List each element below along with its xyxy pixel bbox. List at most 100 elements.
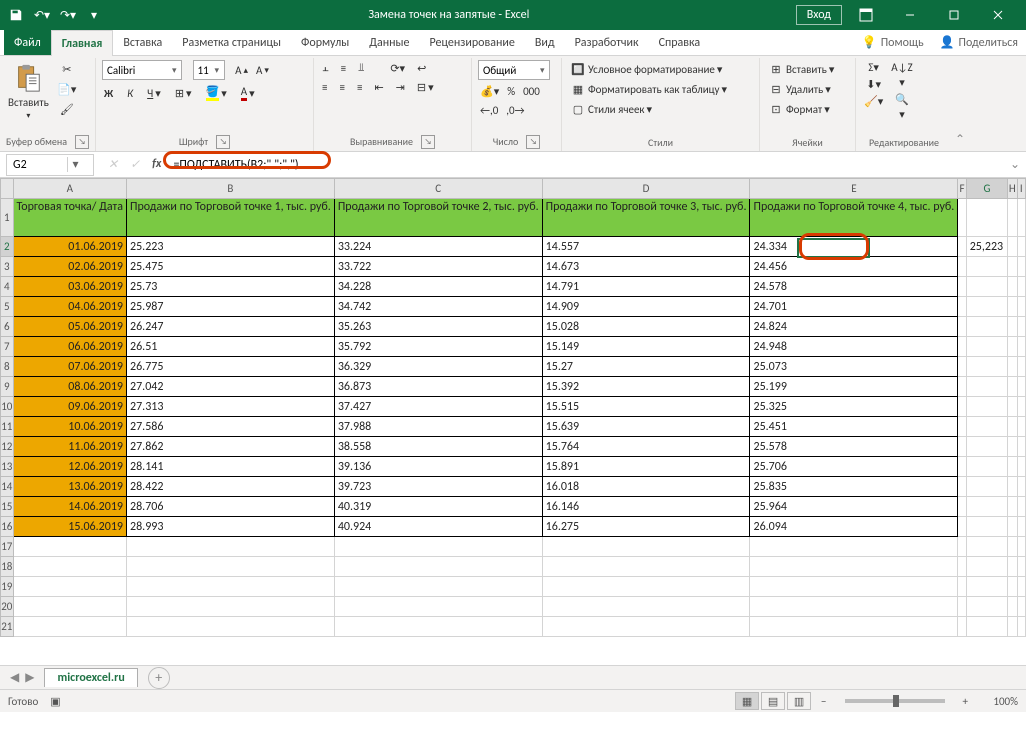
cell[interactable] (966, 517, 1007, 537)
cell[interactable]: 25.475 (127, 257, 335, 277)
font-size-input[interactable] (193, 60, 225, 80)
font-color-button[interactable]: A▾ (239, 84, 257, 102)
chevron-down-icon[interactable]: ▾ (540, 65, 545, 76)
merge-button[interactable]: ⊟▾ (415, 80, 436, 95)
copy-button[interactable]: 📄▾ (57, 80, 77, 98)
cell[interactable] (958, 337, 966, 357)
cell[interactable] (750, 597, 958, 617)
decrease-font-button[interactable]: A▾ (254, 63, 271, 78)
tab-page-layout[interactable]: Разметка страницы (172, 30, 291, 55)
chevron-down-icon[interactable]: ▾ (172, 65, 177, 76)
cell[interactable] (542, 617, 750, 637)
cell[interactable]: 06.06.2019 (13, 337, 126, 357)
view-page-break-button[interactable]: ▥ (787, 692, 811, 710)
row-header[interactable]: 9 (1, 377, 14, 397)
format-as-table-button[interactable]: ▦Форматировать как таблицу▾ (568, 80, 753, 98)
collapse-ribbon-icon[interactable]: ⌃ (955, 132, 965, 147)
cell[interactable]: 24.824 (750, 317, 958, 337)
cell[interactable]: 33.722 (334, 257, 542, 277)
column-header[interactable]: F (958, 179, 966, 199)
cell[interactable] (958, 497, 966, 517)
tell-me-button[interactable]: 💡Помощь (854, 30, 932, 55)
cell[interactable] (966, 377, 1007, 397)
cell[interactable]: 27.586 (127, 417, 335, 437)
cell[interactable] (966, 557, 1007, 577)
dialog-launcher-icon[interactable]: ↘ (526, 135, 540, 149)
cell[interactable]: 25.325 (750, 397, 958, 417)
cell[interactable] (958, 517, 966, 537)
paste-button[interactable]: Вставить ▾ (6, 60, 51, 123)
cell[interactable] (750, 617, 958, 637)
cell-styles-button[interactable]: ▢Стили ячеек▾ (568, 100, 753, 118)
cell[interactable] (966, 617, 1007, 637)
cell[interactable]: 28.993 (127, 517, 335, 537)
select-all-corner[interactable] (1, 179, 14, 199)
cell[interactable] (966, 577, 1007, 597)
cell[interactable]: 35.263 (334, 317, 542, 337)
cell[interactable] (966, 337, 1007, 357)
chevron-down-icon[interactable]: ▾ (215, 65, 220, 76)
cell[interactable]: 39.136 (334, 457, 542, 477)
tab-view[interactable]: Вид (525, 30, 565, 55)
cell[interactable] (13, 597, 126, 617)
cell[interactable]: 15.639 (542, 417, 750, 437)
row-header[interactable]: 6 (1, 317, 14, 337)
align-left-button[interactable]: ≡ (320, 80, 329, 95)
dialog-launcher-icon[interactable]: ↘ (216, 135, 230, 149)
cell[interactable] (334, 537, 542, 557)
row-header[interactable]: 10 (1, 397, 14, 417)
insert-cells-button[interactable]: ⊞Вставить▾ (766, 60, 849, 78)
formula-input[interactable] (169, 156, 1004, 174)
cell[interactable]: 15.06.2019 (13, 517, 126, 537)
cell[interactable] (127, 557, 335, 577)
column-header[interactable]: E (750, 179, 958, 199)
cell[interactable]: 14.673 (542, 257, 750, 277)
cell[interactable]: 16.146 (542, 497, 750, 517)
cell[interactable] (958, 277, 966, 297)
cell[interactable]: 15.149 (542, 337, 750, 357)
table-header-cell[interactable]: Продажи по Торговой точке 3, тыс. руб. (542, 199, 750, 237)
tab-file[interactable]: Файл (4, 30, 51, 55)
row-header[interactable]: 12 (1, 437, 14, 457)
share-button[interactable]: 👤Поделиться (932, 30, 1026, 55)
cell[interactable] (750, 557, 958, 577)
cell[interactable]: 03.06.2019 (13, 277, 126, 297)
format-cells-button[interactable]: ⊡Формат▾ (766, 100, 849, 118)
cell[interactable] (966, 357, 1007, 377)
row-header[interactable]: 4 (1, 277, 14, 297)
view-page-layout-button[interactable]: ▤ (761, 692, 785, 710)
cell[interactable] (966, 297, 1007, 317)
align-bottom-button[interactable]: ⫫ (356, 60, 366, 76)
cell[interactable]: 25.223 (127, 237, 335, 257)
column-header[interactable]: C (334, 179, 542, 199)
cell[interactable] (958, 617, 966, 637)
sheet-nav-prev-icon[interactable]: ◀ (8, 670, 21, 685)
cell[interactable] (127, 537, 335, 557)
cell[interactable]: 24.456 (750, 257, 958, 277)
conditional-formatting-button[interactable]: 🔲Условное форматирование▾ (568, 60, 753, 78)
horizontal-scrollbar[interactable] (628, 715, 1008, 731)
cell[interactable]: 26.247 (127, 317, 335, 337)
cell[interactable]: 15.515 (542, 397, 750, 417)
cell[interactable]: 26.51 (127, 337, 335, 357)
cell[interactable] (966, 277, 1007, 297)
cell[interactable]: 13.06.2019 (13, 477, 126, 497)
cell[interactable] (542, 557, 750, 577)
cell[interactable]: 04.06.2019 (13, 297, 126, 317)
row-header[interactable]: 14 (1, 477, 14, 497)
cell[interactable]: 15.891 (542, 457, 750, 477)
cell[interactable] (13, 617, 126, 637)
cell[interactable]: 34.228 (334, 277, 542, 297)
cell[interactable]: 27.313 (127, 397, 335, 417)
cell[interactable]: 40.924 (334, 517, 542, 537)
zoom-slider[interactable] (845, 699, 945, 703)
cell[interactable]: 14.791 (542, 277, 750, 297)
cell[interactable] (966, 537, 1007, 557)
cell[interactable] (958, 377, 966, 397)
cell[interactable] (966, 317, 1007, 337)
cell[interactable] (542, 577, 750, 597)
zoom-in-button[interactable]: + (957, 695, 974, 708)
cell[interactable] (958, 437, 966, 457)
save-icon[interactable] (8, 7, 24, 23)
wrap-text-button[interactable]: ↩ (415, 61, 428, 76)
